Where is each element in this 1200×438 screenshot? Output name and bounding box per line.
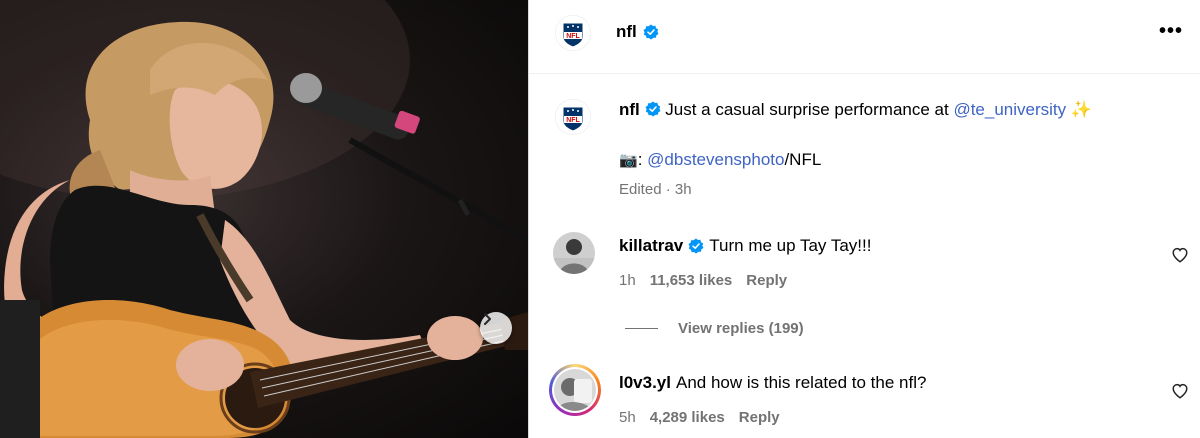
next-arrow-icon (484, 313, 491, 325)
nfl-avatar[interactable]: NFL (555, 15, 591, 51)
reply-button[interactable]: Reply (746, 272, 787, 289)
svg-text:NFL: NFL (566, 117, 580, 124)
edited-timestamp: Edited · 3h (619, 181, 692, 198)
verified-badge-icon (643, 24, 659, 40)
comment-text: killatrav Turn me up Tay Tay!!! (619, 234, 871, 258)
post-author[interactable]: nfl (616, 22, 659, 42)
comment-likes[interactable]: 11,653 likes (650, 272, 733, 289)
heart-icon[interactable] (1171, 382, 1189, 400)
caption-credit-suffix: /NFL (784, 150, 822, 169)
post-header: NFL nfl ••• (529, 0, 1200, 74)
svg-text:NFL: NFL (566, 33, 580, 40)
photographer-mention-link[interactable]: @dbstevensphoto (647, 150, 784, 169)
comment-time[interactable]: 5h (619, 409, 636, 426)
post-photo[interactable] (0, 0, 528, 438)
reply-button[interactable]: Reply (739, 409, 780, 426)
post-caption: nfl Just a casual surprise performance a… (619, 98, 1179, 122)
comment-body: Turn me up Tay Tay!!! (709, 236, 872, 255)
comment-username[interactable]: l0v3.yl (619, 371, 671, 395)
comment-meta: 1h 11,653 likes Reply (619, 272, 787, 289)
caption-avatar[interactable]: NFL (555, 99, 591, 135)
view-replies-label[interactable]: View replies (199) (678, 320, 804, 337)
verified-badge-icon (645, 101, 661, 117)
caption-username[interactable]: nfl (619, 100, 640, 119)
user-photo-icon (553, 232, 595, 274)
comment-body: And how is this related to the nfl? (676, 373, 927, 392)
comment-meta: 5h 4,289 likes Reply (619, 409, 780, 426)
comment-username[interactable]: killatrav (619, 234, 683, 258)
sparkles-emoji: ✨ (1070, 100, 1093, 119)
avatar[interactable] (553, 232, 595, 274)
instagram-post: NFL nfl ••• NFL nfl Just a casual surpri… (0, 0, 1200, 438)
avatar[interactable] (549, 364, 601, 416)
performer-illustration (0, 0, 528, 438)
caption-mention-link[interactable]: @te_university (953, 100, 1066, 119)
comment-time[interactable]: 1h (619, 272, 636, 289)
comment-likes[interactable]: 4,289 likes (650, 409, 725, 426)
user-photo-icon (554, 369, 596, 411)
more-options-icon[interactable]: ••• (1159, 21, 1183, 41)
comment-text: l0v3.yl And how is this related to the n… (619, 371, 926, 395)
caption-credit-colon: : (637, 150, 643, 169)
next-photo-button[interactable] (480, 312, 512, 344)
caption-text: Just a casual surprise performance at (665, 100, 949, 119)
camera-emoji: 📷 (619, 152, 638, 169)
heart-icon[interactable] (1171, 246, 1189, 264)
post-author-username[interactable]: nfl (616, 22, 637, 42)
nfl-shield-icon: NFL (555, 15, 591, 51)
verified-badge-icon (688, 238, 704, 254)
caption-credit-line: 📷: @dbstevensphoto/NFL (619, 148, 821, 173)
replies-divider (625, 328, 658, 329)
nfl-shield-icon: NFL (555, 99, 591, 135)
view-replies-button[interactable]: View replies (199) (625, 320, 804, 337)
post-info-panel: NFL nfl ••• NFL nfl Just a casual surpri… (528, 0, 1200, 438)
